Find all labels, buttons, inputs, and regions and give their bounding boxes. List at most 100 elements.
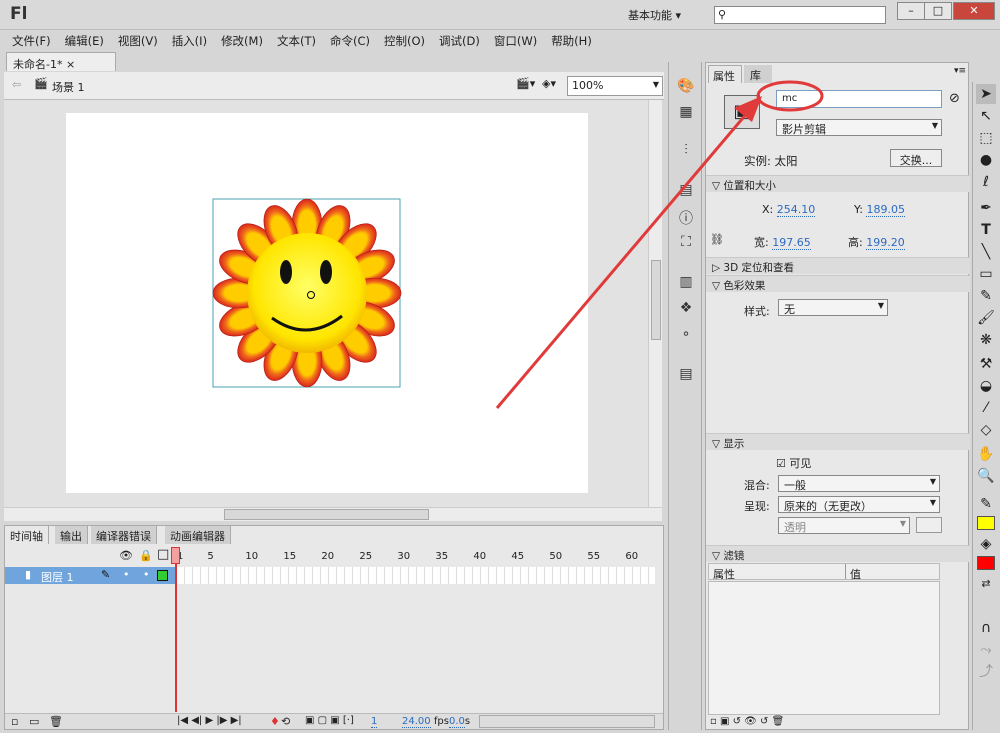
width-value[interactable]: 197.65 — [772, 236, 811, 250]
menu-insert[interactable]: 插入(I) — [160, 30, 207, 50]
loop-icon[interactable]: ⟲ — [281, 715, 290, 728]
fill-color-swatch[interactable] — [977, 556, 995, 570]
menu-edit[interactable]: 编辑(E) — [53, 30, 104, 50]
layer-color-swatch[interactable] — [157, 570, 168, 581]
lock-dot[interactable]: • — [143, 568, 150, 581]
help-search-input[interactable]: ⚲ — [714, 6, 886, 24]
layer-row[interactable]: ▮ 图层 1 ✎ • • — [5, 567, 175, 584]
text-tool-icon[interactable]: T — [976, 220, 996, 240]
paint-bucket-icon[interactable]: ◒ — [976, 376, 996, 396]
selection-tool-icon[interactable]: ➤ — [976, 84, 996, 104]
smooth-icon[interactable]: ⤳ — [976, 640, 996, 660]
tab-compiler-errors[interactable]: 编译器错误 — [91, 526, 157, 544]
bone-tool-icon[interactable]: ⚒ — [976, 354, 996, 374]
pen-tool-icon[interactable]: ✒ — [976, 198, 996, 218]
eraser-icon[interactable]: ◇ — [976, 420, 996, 440]
tab-motion-editor[interactable]: 动画编辑器 — [165, 526, 231, 544]
playhead[interactable] — [171, 547, 180, 712]
elapsed-time[interactable]: 0.0 — [449, 716, 465, 728]
frame-ruler[interactable]: 1 5 10 15 20 25 30 35 40 45 50 55 60 — [175, 548, 655, 566]
sun-movieclip[interactable] — [212, 198, 402, 388]
edit-symbol-icon[interactable]: ⊘ — [949, 91, 960, 106]
eyedropper-icon[interactable]: ⁄ — [976, 398, 996, 418]
tab-library[interactable]: 库 — [744, 65, 772, 83]
menu-debug[interactable]: 调试(D) — [427, 30, 480, 50]
x-value[interactable]: 254.10 — [776, 203, 816, 217]
subselection-tool-icon[interactable]: ↖ — [976, 106, 996, 126]
info-icon[interactable]: ⓘ — [677, 208, 695, 227]
fill-color-icon[interactable]: ◈ — [976, 534, 996, 554]
center-frame-icon[interactable]: ♦ — [270, 715, 280, 728]
onion-skin-icons[interactable]: ▣ ▢ ▣ [·] — [305, 715, 354, 726]
menu-commands[interactable]: 命令(C) — [318, 30, 370, 50]
swatches-icon[interactable]: ▦ — [677, 104, 695, 122]
edit-symbol-icon[interactable]: ◈▾ — [542, 77, 556, 90]
blend-select[interactable]: 一般 — [778, 475, 940, 492]
outline-icon[interactable]: □ — [157, 547, 169, 562]
eye-icon[interactable]: 👁 — [119, 549, 133, 562]
pencil-tool-icon[interactable]: ✎ — [976, 286, 996, 306]
constrain-link-icon[interactable]: ⛓ — [710, 233, 724, 246]
symbol-type-select[interactable]: 影片剪辑 — [776, 119, 942, 136]
document-tab[interactable]: 未命名-1* × — [6, 52, 116, 71]
visible-checkbox[interactable]: ☑ — [776, 457, 786, 470]
style-select[interactable]: 无 — [778, 299, 888, 316]
close-button[interactable]: ✕ — [953, 2, 995, 20]
lock-icon[interactable]: 🔒 — [139, 549, 153, 562]
y-value[interactable]: 189.05 — [866, 203, 905, 217]
frame-cells[interactable] — [177, 567, 655, 584]
brush-tool-icon[interactable]: 🖌 — [976, 308, 996, 328]
visibility-dot[interactable]: • — [123, 568, 130, 581]
current-frame[interactable]: 1 — [371, 716, 378, 728]
menu-control[interactable]: 控制(O) — [372, 30, 425, 50]
edit-scene-icon[interactable]: 🎬▾ — [516, 77, 535, 90]
delete-layer-icon[interactable]: 🗑 — [49, 715, 63, 728]
straighten-icon[interactable]: ⤴ — [976, 662, 996, 682]
rectangle-tool-icon[interactable]: ▭ — [976, 264, 996, 284]
playback-controls[interactable]: |◀ ◀| ▶ |▶ ▶| — [177, 715, 242, 726]
library-icon[interactable]: ▤ — [677, 182, 695, 200]
workspace-switcher[interactable]: 基本功能 ▾ — [628, 7, 681, 23]
menu-window[interactable]: 窗口(W) — [482, 30, 537, 50]
instance-name-input[interactable]: mc — [776, 90, 942, 108]
filter-toolbar-icons[interactable]: ▫ ▣ ↺ 👁 ↺ 🗑 — [710, 716, 784, 727]
height-value[interactable]: 199.20 — [866, 236, 905, 250]
3d-rotation-icon[interactable]: ● — [976, 150, 996, 170]
section-filters[interactable]: ▽ 滤镜 — [706, 545, 970, 562]
back-arrow-icon[interactable]: ⇦ — [12, 78, 21, 91]
panel-menu-icon[interactable]: ▾≡ — [954, 66, 966, 76]
new-layer-icon[interactable]: ▫ — [11, 715, 18, 728]
scene-label[interactable]: 场景 1 — [52, 79, 85, 95]
snap-magnet-icon[interactable]: ∩ — [976, 618, 996, 638]
section-color-effect[interactable]: ▽ 色彩效果 — [706, 275, 970, 292]
section-display[interactable]: ▽ 显示 — [706, 433, 970, 450]
color-panel-icon[interactable]: 🎨 — [677, 78, 695, 96]
swap-colors-icon[interactable]: ⇄ — [976, 574, 996, 594]
section-3d[interactable]: ▷ 3D 定位和查看 — [706, 257, 970, 274]
line-tool-icon[interactable]: ╲ — [976, 242, 996, 262]
components-icon[interactable]: ❖ — [677, 300, 695, 318]
tab-properties[interactable]: 属性 — [708, 65, 742, 83]
menu-help[interactable]: 帮助(H) — [539, 30, 592, 50]
maximize-button[interactable]: □ — [924, 2, 952, 20]
new-folder-icon[interactable]: ▭ — [29, 715, 39, 728]
hand-tool-icon[interactable]: ✋ — [976, 444, 996, 464]
align-icon[interactable]: ⫶ — [677, 142, 695, 160]
tab-timeline[interactable]: 时间轴 — [5, 526, 49, 544]
stage-horizontal-scrollbar[interactable] — [4, 507, 662, 521]
code-snippets-icon[interactable]: ▥ — [677, 274, 695, 292]
menu-modify[interactable]: 修改(M) — [209, 30, 263, 50]
menu-file[interactable]: 文件(F) — [0, 30, 51, 50]
zoom-tool-icon[interactable]: 🔍 — [976, 466, 996, 486]
menu-text[interactable]: 文本(T) — [265, 30, 316, 50]
menu-view[interactable]: 视图(V) — [106, 30, 158, 50]
transform-icon[interactable]: ⛶ — [677, 234, 695, 252]
stroke-color-swatch[interactable] — [977, 516, 995, 530]
frame-rate[interactable]: 24.00 — [402, 716, 431, 728]
stage-vertical-scrollbar[interactable] — [648, 100, 662, 507]
stroke-color-icon[interactable]: ✎ — [976, 494, 996, 514]
close-doc-icon[interactable]: × — [66, 58, 75, 71]
section-position-size[interactable]: ▽ 位置和大小 — [706, 175, 970, 192]
swap-button[interactable]: 交换... — [890, 149, 942, 167]
zoom-select[interactable]: 100% ▼ — [567, 76, 663, 96]
